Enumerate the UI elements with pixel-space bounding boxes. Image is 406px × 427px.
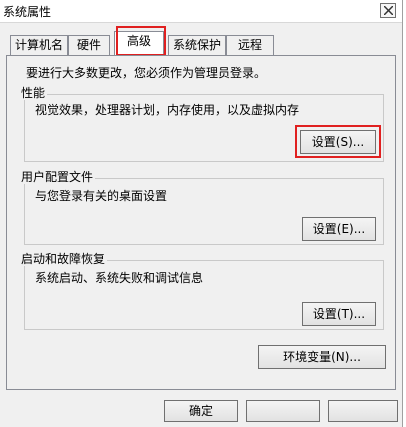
performance-settings-highlight bbox=[295, 125, 381, 158]
tab-label: 计算机名 bbox=[14, 38, 63, 52]
user-profiles-settings-button[interactable]: 设置(E)... bbox=[302, 217, 376, 241]
startup-recovery-settings-button[interactable]: 设置(T)... bbox=[302, 302, 376, 326]
environment-variables-button[interactable]: 环境变量(N)... bbox=[258, 345, 386, 369]
tab-label: 远程 bbox=[237, 38, 262, 52]
performance-title: 性能 bbox=[19, 86, 48, 100]
apply-button[interactable] bbox=[328, 400, 398, 422]
tab-advanced-highlight bbox=[116, 26, 166, 56]
cancel-button[interactable] bbox=[246, 400, 320, 422]
ok-button[interactable]: 确定 bbox=[164, 400, 238, 422]
close-icon bbox=[384, 6, 393, 15]
startup-recovery-description: 系统启动、系统失败和调试信息 bbox=[35, 271, 204, 285]
tab-computer-name[interactable]: 计算机名 bbox=[10, 35, 68, 55]
tab-label: 硬件 bbox=[76, 38, 101, 52]
close-button[interactable] bbox=[380, 3, 396, 18]
window-title: 系统属性 bbox=[3, 5, 52, 19]
user-profiles-title: 用户配置文件 bbox=[19, 170, 96, 184]
admin-note: 要进行大多数更改，您必须作为管理员登录。 bbox=[26, 66, 267, 80]
startup-recovery-title: 启动和故障恢复 bbox=[19, 252, 108, 266]
system-properties-window: 系统属性 计算机名 硬件 高级 系统保护 远程 要进行大多数更改，您必须作为管理… bbox=[0, 0, 403, 427]
title-bar: 系统属性 bbox=[0, 0, 402, 23]
tab-remote[interactable]: 远程 bbox=[226, 35, 274, 55]
dialog-button-bar: 确定 bbox=[0, 396, 402, 427]
user-profiles-description: 与您登录有关的桌面设置 bbox=[35, 189, 168, 203]
performance-description: 视觉效果，处理器计划，内存使用，以及虚拟内存 bbox=[35, 103, 300, 117]
tab-hardware[interactable]: 硬件 bbox=[68, 35, 110, 55]
tab-system-protection[interactable]: 系统保护 bbox=[168, 35, 226, 55]
tab-label: 系统保护 bbox=[172, 38, 221, 52]
